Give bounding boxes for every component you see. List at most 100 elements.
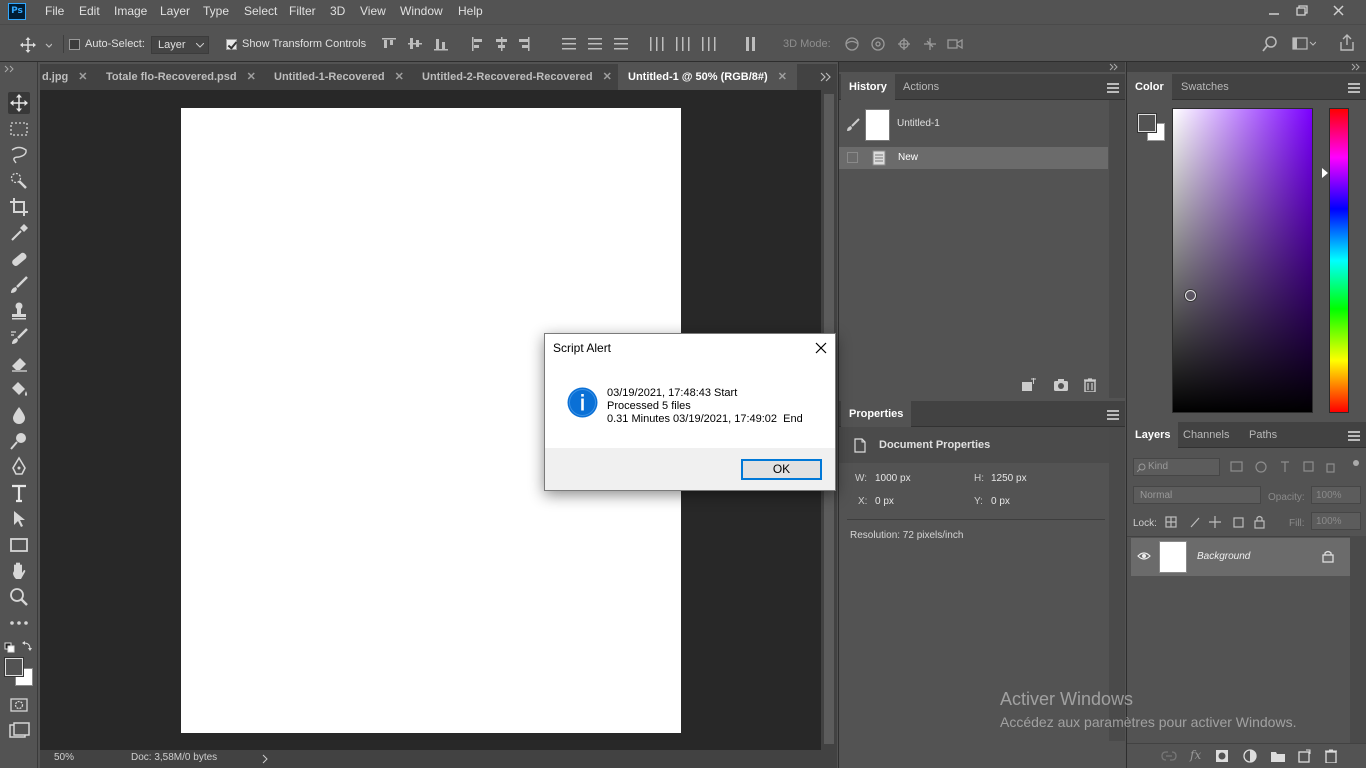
camera-icon[interactable] (1053, 378, 1069, 392)
workspace-icon[interactable] (1292, 37, 1316, 51)
tab-actions[interactable]: Actions (895, 74, 947, 100)
x-value[interactable]: 0 px (875, 496, 894, 507)
quick-selection-tool[interactable] (8, 170, 30, 192)
lock-options-icons[interactable] (1165, 515, 1269, 529)
paint-bucket-tool[interactable] (8, 378, 30, 400)
tab-properties[interactable]: Properties (841, 401, 912, 427)
menu-type[interactable]: Type (203, 4, 229, 18)
default-swap-colors-icon[interactable] (4, 640, 34, 654)
close-icon[interactable]: ✕ (603, 64, 612, 90)
tab-channels[interactable]: Channels (1175, 422, 1237, 448)
zoom-level[interactable]: 50% (54, 752, 74, 763)
opacity-input[interactable]: 100% (1311, 486, 1361, 504)
more-tabs-icon[interactable] (820, 72, 832, 82)
eraser-tool[interactable] (8, 352, 30, 374)
layers-scrollbar[interactable] (1350, 536, 1366, 746)
foreground-color-swatch[interactable] (4, 657, 24, 677)
new-document-from-state-icon[interactable] (1021, 378, 1037, 392)
chevron-right-icon[interactable] (262, 754, 268, 764)
history-brush-tool[interactable] (8, 326, 30, 348)
panel-menu-icon[interactable] (1348, 431, 1360, 441)
trash-icon[interactable] (1083, 378, 1097, 392)
hand-tool[interactable] (8, 560, 30, 582)
doc-tab-active[interactable]: Untitled-1 @ 50% (RGB/8#) ✕ (618, 64, 797, 90)
width-value[interactable]: 1000 px (875, 473, 911, 484)
share-icon[interactable] (1339, 34, 1355, 52)
healing-brush-tool[interactable] (8, 248, 30, 270)
minimize-button[interactable] (1261, 2, 1287, 20)
foreground-background-colors[interactable] (4, 657, 33, 686)
rectangle-tool[interactable] (8, 534, 30, 556)
auto-select-checkbox[interactable] (69, 39, 80, 50)
screen-mode-button[interactable] (8, 720, 30, 742)
menu-layer[interactable]: Layer (160, 4, 190, 18)
dodge-tool[interactable] (8, 430, 30, 452)
panel-menu-icon[interactable] (1107, 410, 1119, 420)
tab-history[interactable]: History (841, 74, 895, 100)
3d-mode-icons[interactable] (842, 35, 967, 53)
history-state-row[interactable]: New (839, 147, 1108, 169)
show-transform-checkbox[interactable] (226, 39, 237, 50)
pen-tool[interactable] (8, 456, 30, 478)
ok-button[interactable]: OK (741, 459, 822, 480)
eyedropper-tool[interactable] (8, 222, 30, 244)
fill-input[interactable]: 100% (1311, 512, 1361, 530)
blur-tool[interactable] (8, 404, 30, 426)
snapshot-label[interactable]: Untitled-1 (897, 118, 940, 129)
tab-color[interactable]: Color (1127, 74, 1172, 100)
menu-image[interactable]: Image (114, 4, 147, 18)
menu-3d[interactable]: 3D (330, 4, 345, 18)
marquee-tool[interactable] (8, 118, 30, 140)
edit-toolbar-button[interactable] (8, 612, 30, 634)
menu-help[interactable]: Help (458, 4, 483, 18)
collapse-panels-icon[interactable] (1351, 63, 1361, 71)
close-icon[interactable]: ✕ (78, 64, 87, 90)
lasso-tool[interactable] (8, 144, 30, 166)
brush-tool[interactable] (8, 274, 30, 296)
fx-icon[interactable]: fx (1190, 748, 1201, 762)
blend-mode-dropdown[interactable]: Normal (1133, 486, 1261, 504)
photoshop-logo[interactable]: Ps (8, 3, 26, 20)
eye-icon[interactable] (1137, 551, 1151, 561)
color-picker-cursor[interactable] (1185, 290, 1196, 301)
type-tool[interactable] (8, 482, 30, 504)
hue-slider[interactable] (1329, 108, 1349, 413)
history-state-checkbox[interactable] (847, 152, 858, 163)
close-icon[interactable]: ✕ (395, 64, 404, 90)
close-icon[interactable]: ✕ (247, 64, 256, 90)
close-icon[interactable] (814, 341, 828, 355)
layer-row[interactable]: Background (1131, 538, 1350, 576)
y-value[interactable]: 0 px (991, 496, 1010, 507)
trash-icon[interactable] (1324, 749, 1338, 763)
doc-tab[interactable]: Untitled-2-Recovered-Recovered ✕ (414, 64, 620, 90)
history-brush-source-icon[interactable] (846, 118, 860, 132)
new-layer-icon[interactable] (1297, 749, 1311, 763)
color-panel-swatches[interactable] (1137, 113, 1166, 142)
tab-layers[interactable]: Layers (1127, 422, 1179, 448)
search-icon[interactable] (1262, 36, 1278, 52)
doc-tab[interactable]: Untitled-1-Recovered ✕ (266, 64, 412, 90)
layer-filter-kind-dropdown[interactable]: Kind (1133, 458, 1220, 476)
tab-swatches[interactable]: Swatches (1173, 74, 1237, 100)
path-selection-tool[interactable] (8, 508, 30, 530)
close-icon[interactable]: ✕ (778, 64, 787, 90)
tab-paths[interactable]: Paths (1241, 422, 1285, 448)
add-mask-icon[interactable] (1215, 749, 1229, 763)
crop-tool[interactable] (8, 196, 30, 218)
doc-tab[interactable]: d.jpg ✕ (40, 64, 94, 90)
panel-menu-icon[interactable] (1348, 83, 1360, 93)
collapse-panels-icon[interactable] (1109, 63, 1119, 71)
height-value[interactable]: 1250 px (991, 473, 1027, 484)
zoom-tool[interactable] (8, 586, 30, 608)
move-tool-preset[interactable] (20, 37, 52, 53)
align-distribute-icons[interactable] (380, 35, 770, 53)
menu-select[interactable]: Select (244, 4, 277, 18)
quick-mask-button[interactable] (8, 694, 30, 716)
doc-tab[interactable]: Totale flo-Recovered.psd ✕ (98, 64, 264, 90)
auto-select-target-dropdown[interactable]: Layer (151, 36, 209, 54)
history-scrollbar[interactable] (1109, 100, 1125, 398)
restore-button[interactable] (1289, 2, 1315, 20)
menu-edit[interactable]: Edit (79, 4, 100, 18)
adjustment-layer-icon[interactable] (1243, 749, 1257, 763)
move-tool[interactable] (8, 92, 30, 114)
